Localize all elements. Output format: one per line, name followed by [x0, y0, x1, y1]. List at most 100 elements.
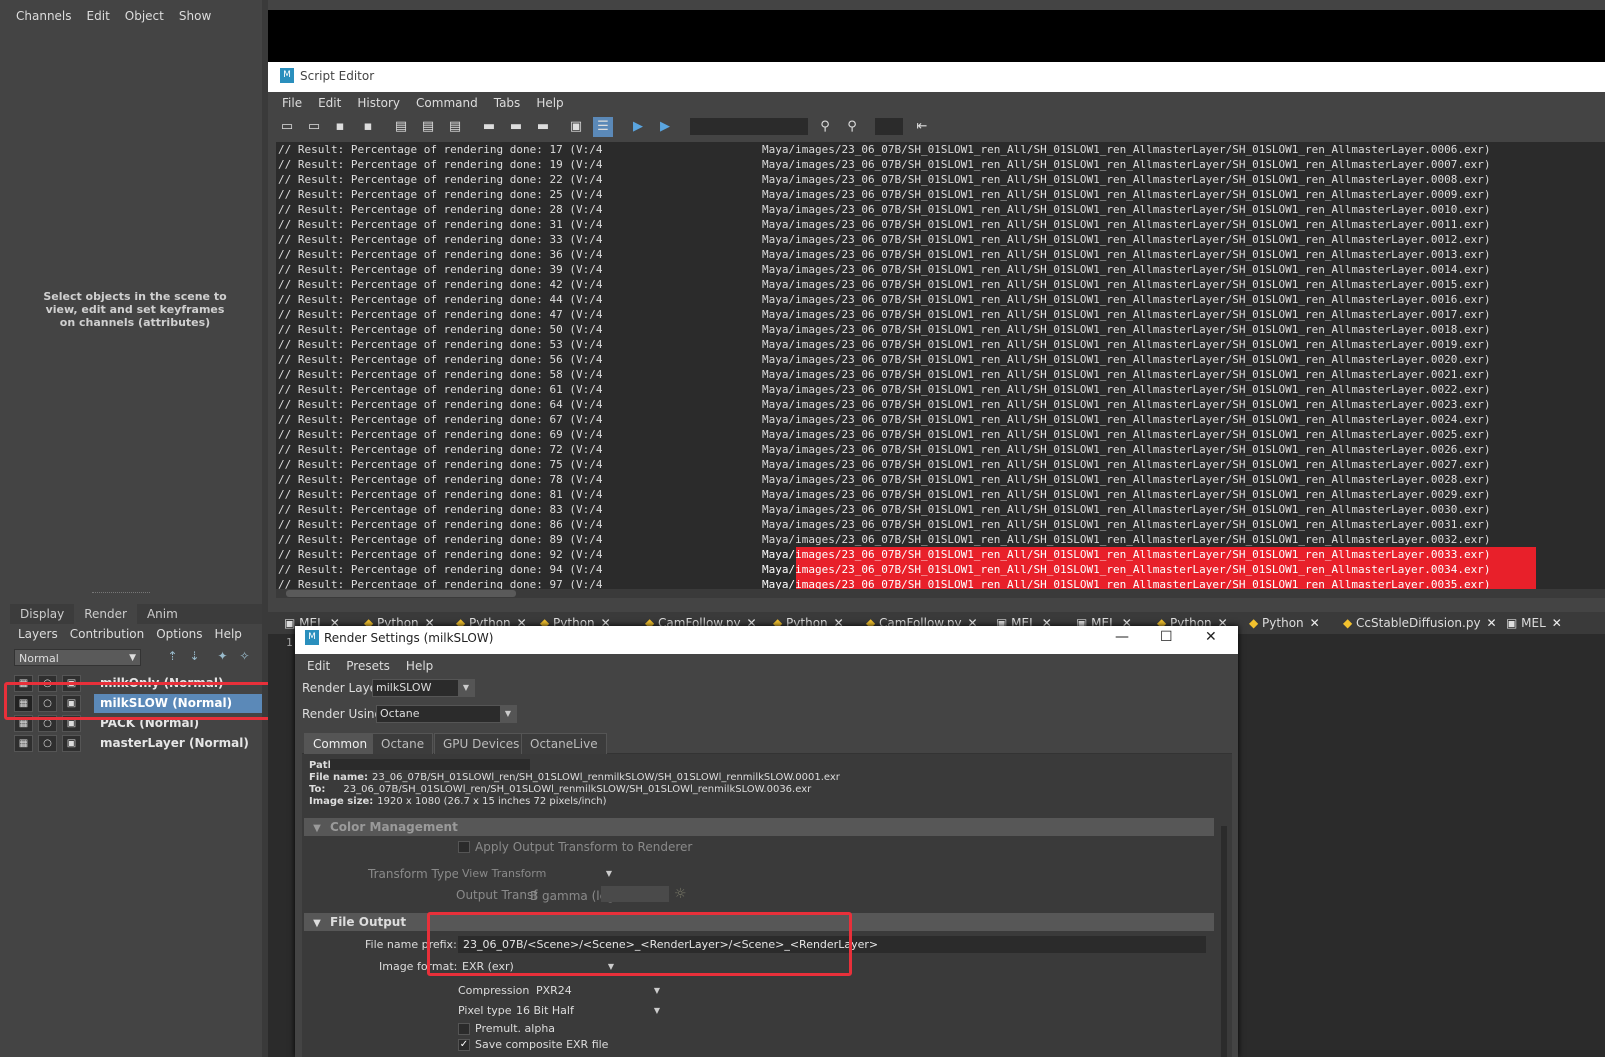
menu-edit[interactable]: Edit	[87, 9, 110, 23]
scrollbar-thumb[interactable]	[1221, 826, 1227, 1057]
search-input[interactable]	[690, 118, 808, 135]
menu-tabs[interactable]: Tabs	[494, 96, 521, 110]
history-output[interactable]: // Result: Percentage of rendering done:…	[276, 142, 1605, 589]
history-line: // Result: Percentage of rendering done:…	[276, 517, 1605, 532]
script-editor-titlebar[interactable]	[268, 62, 1605, 92]
script-tab[interactable]: ◆ Python ✕	[1249, 614, 1320, 632]
layer-row-masterlayer[interactable]: ▦ ○ ▣ masterLayer (Normal)	[10, 734, 262, 753]
scrollbar-thumb[interactable]	[286, 590, 516, 597]
line-number: 1	[286, 636, 293, 649]
menu-edit[interactable]: Edit	[318, 96, 341, 110]
menu-file[interactable]: File	[282, 96, 302, 110]
save-composite-checkbox[interactable]: ✓	[458, 1039, 470, 1051]
panel-splitter[interactable]	[92, 592, 150, 596]
tab-render[interactable]: Render	[74, 604, 137, 624]
tab-anim[interactable]: Anim	[137, 604, 188, 624]
goto-line-input[interactable]	[875, 118, 903, 135]
source-script-icon[interactable]: ▭	[304, 117, 324, 137]
show-history-icon[interactable]: ▬	[479, 117, 499, 137]
new-layer-icon[interactable]: ✦	[214, 648, 231, 665]
history-line: // Result: Percentage of rendering done:…	[276, 262, 1605, 277]
transform-type-label: Transform Type:	[368, 867, 464, 881]
search-next-icon[interactable]: ⚲	[815, 117, 835, 137]
menu-edit[interactable]: Edit	[307, 659, 330, 673]
apply-output-transform-checkbox[interactable]	[458, 841, 470, 853]
script-editor-title: Script Editor	[300, 69, 375, 83]
clear-all-icon[interactable]: ▤	[445, 117, 465, 137]
recycle-icon[interactable]: ○	[38, 735, 57, 752]
clear-history-icon[interactable]: ▤	[391, 117, 411, 137]
render-clapper-icon[interactable]: ▦	[14, 735, 33, 752]
result-path: Maya/images/23_06_07B/SH_01SLOW1_ren_All…	[762, 353, 1491, 366]
history-line: // Result: Percentage of rendering done:…	[276, 367, 1605, 382]
menu-help[interactable]: Help	[406, 659, 433, 673]
pixel-type-select[interactable]: 16 Bit Half ▼	[512, 1002, 666, 1020]
save-to-shelf-icon[interactable]: ▪	[358, 117, 378, 137]
execute-icon[interactable]: ▶	[655, 117, 675, 137]
line-numbers-icon[interactable]: ☰	[593, 117, 613, 137]
tab-gpu-devices[interactable]: GPU Devices	[434, 733, 529, 754]
output-transform-select[interactable]	[601, 886, 669, 902]
save-script-icon[interactable]: ▪	[330, 117, 350, 137]
history-line: // Result: Percentage of rendering done:…	[276, 577, 1605, 589]
new-layer-selected-icon[interactable]: ✧	[236, 648, 253, 665]
echo-commands-icon[interactable]: ▣	[566, 117, 586, 137]
history-line: // Result: Percentage of rendering done:…	[276, 457, 1605, 472]
tab-common[interactable]: Common	[304, 733, 377, 754]
result-text: // Result: Percentage of rendering done:…	[278, 263, 603, 276]
menu-help[interactable]: Help	[215, 627, 242, 641]
clear-input-icon[interactable]: ▤	[418, 117, 438, 137]
result-text: // Result: Percentage of rendering done:…	[278, 203, 603, 216]
menu-history[interactable]: History	[357, 96, 400, 110]
menu-contribution[interactable]: Contribution	[70, 627, 145, 641]
close-icon[interactable]: ✕	[1487, 616, 1497, 630]
menu-command[interactable]: Command	[416, 96, 478, 110]
result-text: // Result: Percentage of rendering done:…	[278, 398, 603, 411]
minimize-icon[interactable]: —	[1115, 629, 1129, 645]
close-icon[interactable]: ✕	[1310, 616, 1320, 630]
image-size-value: 1920 x 1080 (26.7 x 15 inches 72 pixels/…	[377, 796, 607, 807]
premult-alpha-checkbox[interactable]	[458, 1023, 470, 1035]
menu-layers[interactable]: Layers	[18, 627, 58, 641]
compression-label: Compression	[458, 984, 530, 997]
move-layer-down-icon[interactable]: ⇣	[186, 648, 203, 665]
menu-object[interactable]: Object	[125, 9, 164, 23]
to-value: 23_06_07B/SH_01SLOWl_ren/SH_01SLOWl_renm…	[343, 784, 812, 795]
blend-mode-select[interactable]: Normal ▼	[14, 649, 141, 666]
color-management-header[interactable]: ▼ Color Management	[304, 818, 1214, 836]
menu-show[interactable]: Show	[179, 9, 211, 23]
layer-editor-menubar: Layers Contribution Options Help	[10, 624, 262, 644]
history-scrollbar[interactable]	[276, 589, 1605, 598]
result-text: // Result: Percentage of rendering done:…	[278, 248, 603, 261]
maximize-icon[interactable]: ☐	[1160, 629, 1173, 645]
close-icon[interactable]: ✕	[1552, 616, 1562, 630]
indent-icon[interactable]: ⇤	[912, 117, 932, 137]
tab-octanelive[interactable]: OctaneLive	[521, 733, 607, 754]
tab-octane[interactable]: Octane	[372, 733, 434, 754]
transform-type-value: View Transform	[462, 867, 547, 880]
show-input-icon[interactable]: ▬	[506, 117, 526, 137]
result-text: // Result: Percentage of rendering done:…	[278, 518, 603, 531]
menu-help[interactable]: Help	[536, 96, 563, 110]
result-text: // Result: Percentage of rendering done:…	[278, 233, 603, 246]
menu-options[interactable]: Options	[156, 627, 202, 641]
open-script-icon[interactable]: ▭	[277, 117, 297, 137]
show-both-icon[interactable]: ▬	[533, 117, 553, 137]
render-view-icon[interactable]: ▣	[62, 735, 81, 752]
search-prev-icon[interactable]: ⚲	[842, 117, 862, 137]
menu-presets[interactable]: Presets	[346, 659, 390, 673]
script-tab[interactable]: ▣ MEL ✕	[1506, 614, 1562, 632]
tab-display[interactable]: Display	[10, 604, 74, 624]
render-using-select[interactable]: Octane ▼	[376, 705, 517, 723]
close-icon[interactable]: ✕	[1205, 629, 1217, 645]
settings-gear-icon[interactable]: ☼	[674, 886, 687, 902]
transform-type-select[interactable]: View Transform ▼	[458, 865, 618, 883]
script-tab[interactable]: ◆ CcStableDiffusion.py ✕	[1343, 614, 1497, 632]
move-layer-up-icon[interactable]: ⇡	[164, 648, 181, 665]
compression-select[interactable]: PXR24 ▼	[532, 982, 666, 1000]
menu-channels[interactable]: Channels	[16, 9, 72, 23]
result-text: // Result: Percentage of rendering done:…	[278, 473, 603, 486]
render-layer-select[interactable]: milkSLOW ▼	[372, 679, 475, 697]
render-settings-scrollbar[interactable]	[1218, 816, 1230, 1057]
execute-all-icon[interactable]: ▶	[628, 117, 648, 137]
